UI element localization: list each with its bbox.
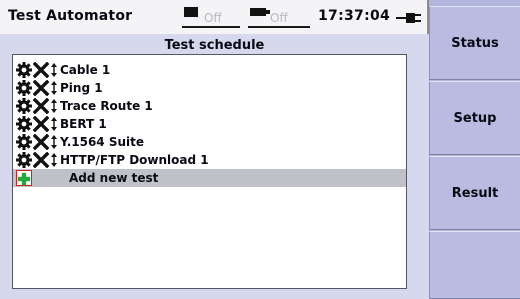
gear-icon[interactable]	[16, 116, 32, 132]
setup-softkey[interactable]: Setup	[429, 81, 520, 155]
panel-title: Test schedule	[164, 38, 265, 53]
test-list-item[interactable]: Ping 1	[13, 79, 406, 97]
gear-icon[interactable]	[16, 98, 32, 114]
move-arrows-icon[interactable]	[50, 134, 58, 150]
ac-power-icon	[396, 13, 422, 23]
test-list-item[interactable]: HTTP/FTP Download 1	[13, 151, 406, 169]
add-new-test-row[interactable]: Add new test	[13, 169, 406, 187]
gear-icon[interactable]	[16, 80, 32, 96]
test-name: Ping 1	[60, 81, 103, 95]
test-name: BERT 1	[60, 117, 107, 131]
delete-x-icon[interactable]	[32, 115, 50, 133]
move-arrows-icon[interactable]	[50, 80, 58, 96]
plus-icon[interactable]	[16, 170, 32, 186]
title-bar: Test Automator Off Off 17:37:04	[0, 0, 429, 34]
delete-x-icon[interactable]	[32, 61, 50, 79]
result-softkey[interactable]: Result	[429, 156, 520, 230]
delete-x-icon[interactable]	[32, 79, 50, 97]
gear-icon[interactable]	[16, 62, 32, 78]
move-arrows-icon[interactable]	[50, 152, 58, 168]
test-name: Y.1564 Suite	[60, 135, 145, 149]
add-new-test-label: Add new test	[69, 171, 159, 185]
test-list-item[interactable]: Cable 1	[13, 61, 406, 79]
battery-status-label: Off	[204, 11, 222, 25]
test-list-item[interactable]: BERT 1	[13, 115, 406, 133]
test-list: Cable 1 Ping 1 Trace Route 1 BERT 1 Y.1564 S…	[12, 54, 407, 289]
delete-x-icon[interactable]	[32, 151, 50, 169]
test-list-item[interactable]: Y.1564 Suite	[13, 133, 406, 151]
test-name: Cable 1	[60, 63, 111, 77]
softkey-column: Status Setup Result	[429, 0, 520, 299]
clock: 17:37:04	[318, 8, 391, 24]
status-softkey[interactable]: Status	[429, 6, 520, 80]
battery-status-underline	[182, 26, 240, 28]
test-list-item[interactable]: Trace Route 1	[13, 97, 406, 115]
move-arrows-icon[interactable]	[50, 98, 58, 114]
move-arrows-icon[interactable]	[50, 116, 58, 132]
delete-x-icon[interactable]	[32, 97, 50, 115]
test-name: HTTP/FTP Download 1	[60, 153, 209, 167]
link-status-label: Off	[270, 11, 288, 25]
blank-softkey[interactable]	[429, 231, 520, 299]
link-status-underline	[248, 26, 310, 28]
connector-icon	[250, 8, 270, 16]
battery-status: Off	[182, 6, 240, 28]
battery-icon	[184, 7, 198, 17]
test-schedule-panel: Test schedule Cable 1 Ping 1 Trace Route 1…	[0, 34, 429, 299]
move-arrows-icon[interactable]	[50, 62, 58, 78]
test-name: Trace Route 1	[60, 99, 153, 113]
delete-x-icon[interactable]	[32, 133, 50, 151]
gear-icon[interactable]	[16, 152, 32, 168]
link-status: Off	[248, 6, 310, 28]
app-title: Test Automator	[8, 8, 133, 24]
gear-icon[interactable]	[16, 134, 32, 150]
